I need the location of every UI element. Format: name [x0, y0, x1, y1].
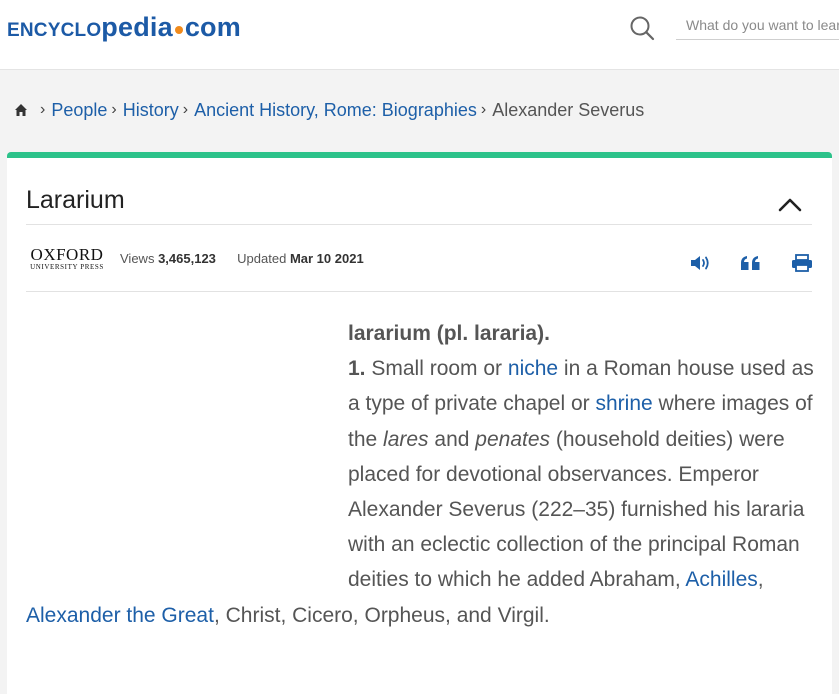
- body-text: (household deities) were placed for devo…: [348, 427, 805, 592]
- publisher-logo-line-1: OXFORD: [30, 245, 104, 264]
- breadcrumb-link-people[interactable]: People: [51, 100, 107, 121]
- divider: [26, 224, 812, 225]
- article-title: Lararium: [26, 186, 125, 214]
- link-achilles[interactable]: Achilles: [685, 568, 757, 591]
- publisher-logo-line-2: UNIVERSITY PRESS: [30, 263, 104, 271]
- site-logo[interactable]: ENCYCLOpedia com: [7, 12, 241, 43]
- term-lares: lares: [383, 427, 429, 451]
- breadcrumb: › People › History › Ancient History, Ro…: [14, 98, 644, 122]
- home-icon[interactable]: [14, 103, 28, 117]
- search-icon[interactable]: [629, 15, 655, 41]
- body-text: and: [428, 427, 476, 451]
- views-count: 3,465,123: [158, 251, 216, 266]
- link-niche[interactable]: niche: [508, 357, 558, 380]
- breadcrumb-link-ancient-rome[interactable]: Ancient History, Rome: Biographies: [194, 100, 477, 121]
- site-header: ENCYCLOpedia com: [0, 0, 839, 70]
- ad-placeholder: [26, 316, 348, 596]
- chevron-up-icon[interactable]: [778, 196, 802, 212]
- quote-icon[interactable]: [740, 254, 762, 272]
- link-shrine[interactable]: shrine: [595, 392, 652, 415]
- breadcrumb-current: Alexander Severus: [492, 99, 645, 120]
- breadcrumb-separator-icon: ›: [480, 101, 487, 118]
- article-meta: Views 3,465,123 Updated Mar 10 2021: [120, 251, 364, 266]
- updated-label: Updated: [237, 251, 287, 266]
- logo-part-2: pedia: [101, 12, 173, 42]
- term-penates: penates: [475, 427, 551, 451]
- article-card: Lararium OXFORD UNIVERSITY PRESS Views 3…: [7, 152, 832, 694]
- logo-part-3: com: [184, 12, 241, 42]
- article-body: lararium (pl. lararia). 1. Small room or…: [26, 316, 816, 633]
- views-label: Views: [120, 251, 155, 266]
- breadcrumb-separator-icon: ›: [40, 101, 46, 118]
- breadcrumb-link-history[interactable]: History: [123, 100, 179, 121]
- logo-dot: [174, 26, 183, 35]
- body-text: ,: [757, 568, 764, 592]
- definition-number: 1.: [348, 357, 366, 381]
- search-input[interactable]: [676, 10, 839, 40]
- logo-part-1: ENCYCLO: [7, 20, 102, 41]
- body-text: Small room or: [365, 357, 508, 381]
- divider: [26, 291, 812, 292]
- publisher-logo: OXFORD UNIVERSITY PRESS: [26, 246, 108, 271]
- breadcrumb-separator-icon: ›: [182, 101, 189, 118]
- speaker-icon[interactable]: [689, 254, 711, 272]
- entry-term: lararium (pl. lararia).: [348, 322, 550, 345]
- printer-icon[interactable]: [791, 254, 813, 272]
- link-alexander-the-great[interactable]: Alexander the Great: [26, 604, 214, 627]
- body-text: , Christ, Cicero, Orpheus, and Virgil.: [213, 603, 550, 627]
- updated-date: Mar 10 2021: [289, 251, 364, 266]
- breadcrumb-separator-icon: ›: [111, 101, 117, 118]
